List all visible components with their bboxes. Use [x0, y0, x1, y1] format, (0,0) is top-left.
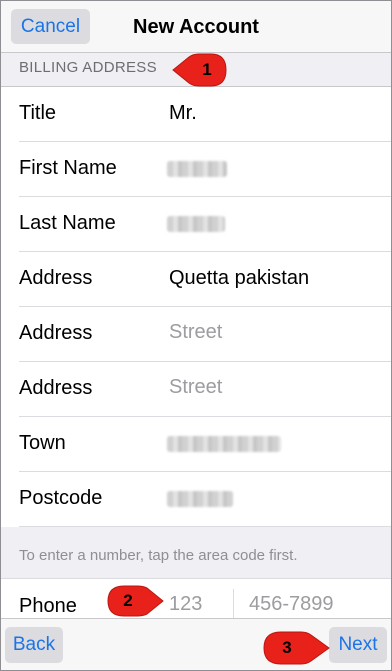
callout-number-2: 2	[123, 591, 133, 610]
address-row-1[interactable]: Address Quetta pakistan	[1, 252, 391, 307]
area-code-input[interactable]: 123	[169, 593, 202, 616]
address-row-3[interactable]: Address Street	[1, 362, 391, 417]
address-label-2: Address	[19, 322, 93, 344]
postcode-redacted-value[interactable]	[167, 491, 233, 507]
town-row[interactable]: Town	[1, 417, 391, 472]
last-name-label: Last Name	[19, 212, 116, 234]
annotation-callout-2: 2	[107, 585, 165, 617]
address-field-3[interactable]: Street	[169, 376, 222, 399]
first-name-redacted-value[interactable]	[167, 161, 227, 177]
next-button[interactable]: Next	[329, 627, 387, 663]
section-header-label: BILLING ADDRESS	[19, 59, 157, 76]
address-row-2[interactable]: Address Street	[1, 307, 391, 362]
annotation-callout-3: 3	[263, 631, 331, 665]
address-label-3: Address	[19, 377, 93, 399]
postcode-label: Postcode	[19, 487, 103, 509]
callout-number-3: 3	[282, 638, 292, 657]
first-name-row[interactable]: First Name	[1, 142, 391, 197]
navigation-bar: Cancel New Account	[1, 1, 391, 53]
title-row[interactable]: Title Mr.	[1, 87, 391, 142]
town-label: Town	[19, 432, 66, 454]
annotation-callout-1: 1	[171, 53, 227, 87]
bottom-toolbar: Back Next	[1, 618, 391, 670]
address-field-2[interactable]: Street	[169, 321, 222, 344]
phone-row[interactable]: Phone 123 456-7899	[1, 578, 391, 620]
page-title: New Account	[133, 16, 259, 38]
address-field-1[interactable]: Quetta pakistan	[169, 267, 309, 290]
last-name-redacted-value[interactable]	[167, 216, 225, 232]
phone-label: Phone	[19, 595, 77, 617]
postcode-row[interactable]: Postcode	[1, 472, 391, 527]
callout-number-1: 1	[202, 60, 212, 79]
town-redacted-value[interactable]	[167, 436, 281, 452]
billing-address-form: Title Mr. First Name Last Name Address Q…	[1, 87, 391, 527]
phone-hint: To enter a number, tap the area code fir…	[19, 547, 298, 564]
last-name-row[interactable]: Last Name	[1, 197, 391, 252]
phone-divider	[233, 589, 234, 619]
address-label-1: Address	[19, 267, 93, 289]
first-name-label: First Name	[19, 157, 117, 179]
phone-number-input[interactable]: 456-7899	[249, 593, 334, 616]
app-frame: Cancel New Account BILLING ADDRESS Title…	[0, 0, 392, 671]
title-label: Title	[19, 102, 57, 124]
back-button[interactable]: Back	[5, 627, 63, 663]
title-value[interactable]: Mr.	[169, 102, 197, 125]
